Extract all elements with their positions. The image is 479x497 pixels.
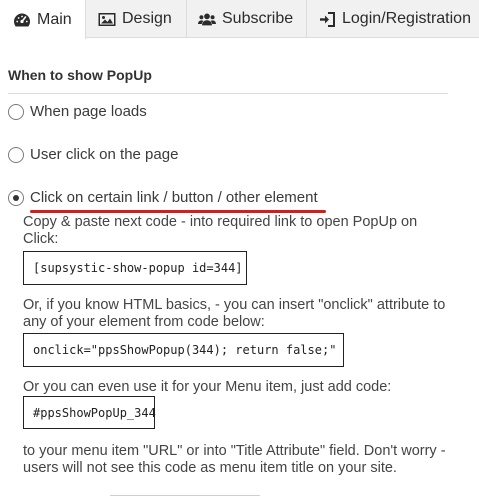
menu-instructions: Or you can even use it for your Menu ite… <box>23 379 392 395</box>
menu-outro-text: to your menu item "URL" or into "Title A… <box>23 443 446 476</box>
highlight-underline <box>30 210 326 213</box>
shortcode-box[interactable]: [supsystic-show-popup id=344] <box>23 251 247 285</box>
tab-subscribe[interactable]: Subscribe <box>186 0 306 38</box>
tab-subscribe-label: Subscribe <box>222 10 294 27</box>
tab-login-registration[interactable]: Login/Registration <box>306 0 479 38</box>
section-title: When to show PopUp <box>8 67 152 83</box>
option-page-loads-label: When page loads <box>30 103 147 120</box>
tachometer-icon <box>13 11 31 29</box>
radio-click-page[interactable] <box>8 146 24 163</box>
option-click-element-label: Click on certain link / button / other e… <box>30 189 318 206</box>
tab-separator <box>186 0 187 38</box>
option-click-page-label: User click on the page <box>30 146 179 163</box>
radio-click-element[interactable] <box>8 189 24 206</box>
tab-design[interactable]: Design <box>86 0 186 38</box>
tab-main-label: Main <box>37 10 72 28</box>
picture-icon <box>98 10 116 28</box>
tab-login-registration-label: Login/Registration <box>342 10 471 27</box>
tab-separator <box>306 0 307 38</box>
option-click-page[interactable]: User click on the page <box>8 146 178 163</box>
option-click-element[interactable]: Click on certain link / button / other e… <box>8 189 318 206</box>
sign-in-icon <box>318 10 336 28</box>
users-icon <box>198 10 216 28</box>
option-page-loads[interactable]: When page loads <box>8 103 147 120</box>
section-divider <box>8 93 448 94</box>
onclick-instructions: Or, if you know HTML basics, - you can i… <box>23 297 446 330</box>
onclick-code-box[interactable]: onclick="ppsShowPopup(344); return false… <box>23 333 344 367</box>
tab-design-label: Design <box>122 10 172 27</box>
menu-code-box[interactable]: #ppsShowPopUp_344 <box>23 396 156 429</box>
radio-page-loads[interactable] <box>8 103 24 120</box>
tab-main[interactable]: Main <box>0 0 86 39</box>
shortcode-instructions: Copy & paste next code - into required l… <box>23 214 418 247</box>
tab-bar: Main Design Subscribe Login/Registration <box>0 0 479 39</box>
bottom-divider <box>110 495 260 496</box>
